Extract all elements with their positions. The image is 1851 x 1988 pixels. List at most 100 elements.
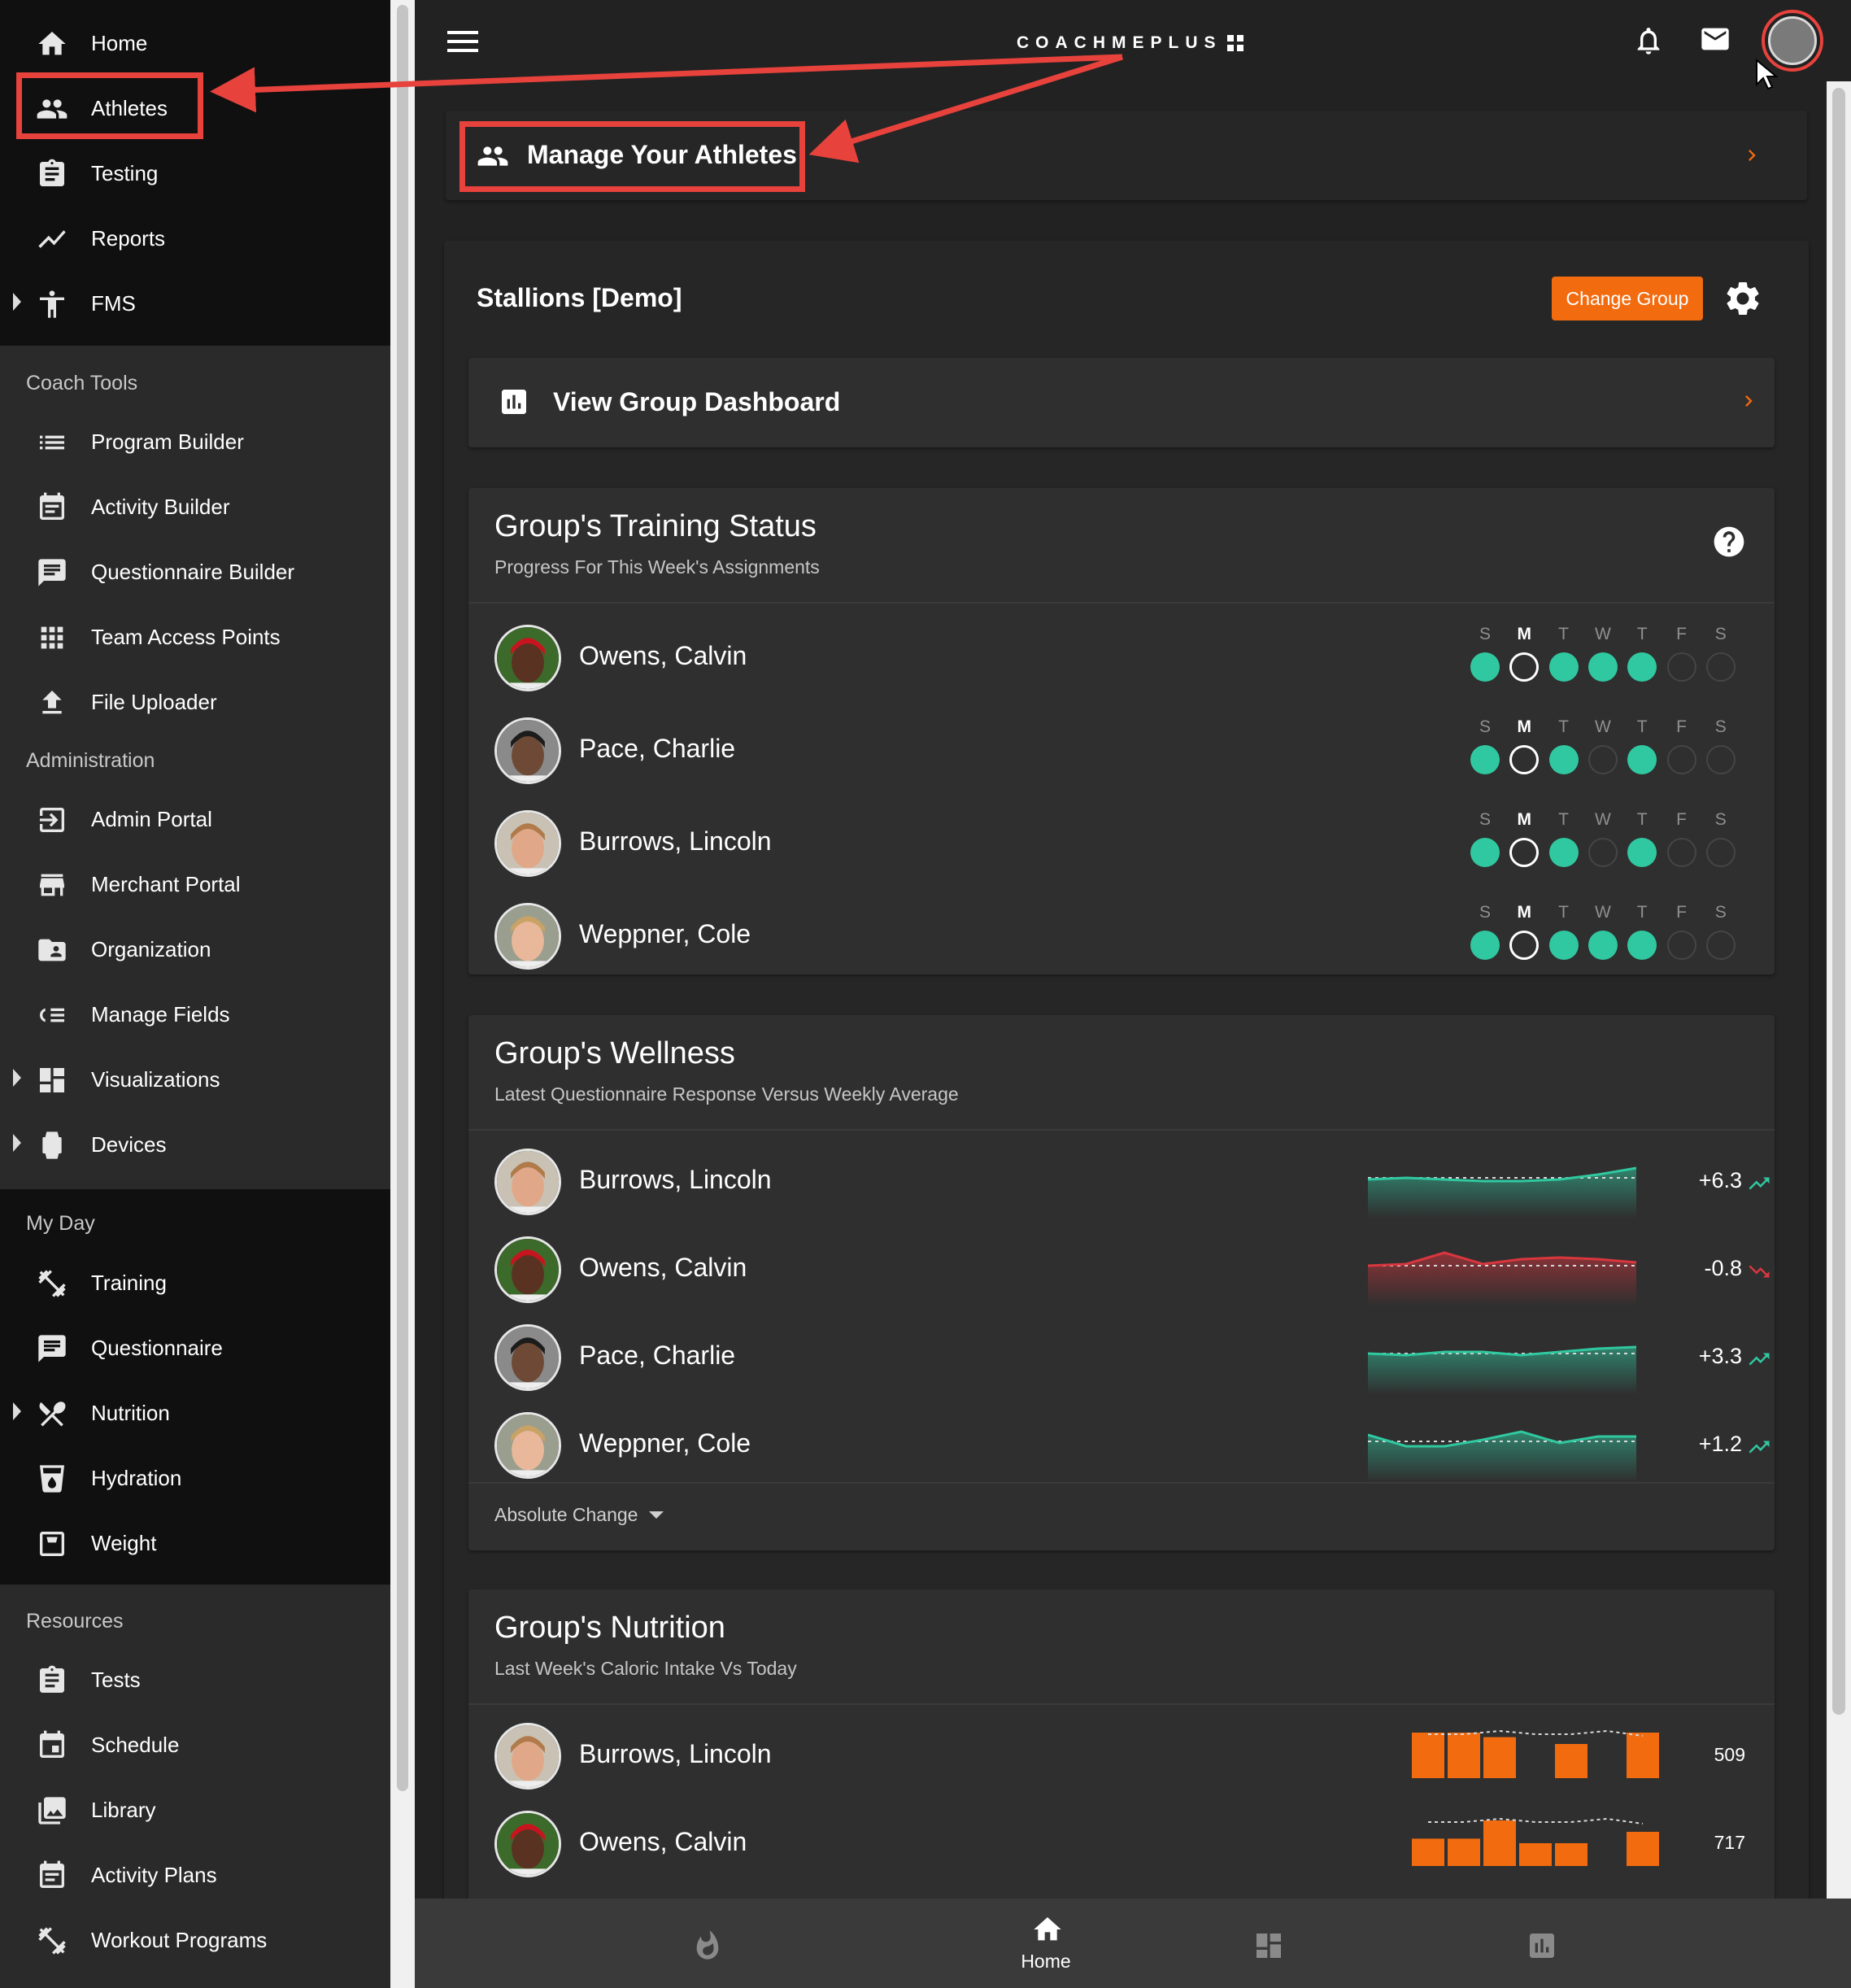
sidebar-item-testing[interactable]: Testing — [0, 145, 390, 203]
training-status-row[interactable]: Burrows, Lincoln S M T W T F S — [468, 796, 1775, 888]
wellness-row[interactable]: Pace, Charlie +3.3 — [468, 1313, 1775, 1406]
day-label: T — [1636, 625, 1648, 643]
sidebar-item-team-access-points[interactable]: Team Access Points — [0, 608, 390, 667]
sidebar-item-questionnaire-builder[interactable]: Questionnaire Builder — [0, 543, 390, 602]
sidebar-item-training[interactable]: Training — [0, 1254, 390, 1313]
athlete-photo — [497, 813, 559, 874]
sidebar-item-schedule[interactable]: Schedule — [0, 1716, 390, 1775]
sidebar-item-organization[interactable]: Organization — [0, 921, 390, 979]
sidebar-item-activity-plans[interactable]: Activity Plans — [0, 1846, 390, 1905]
dumbbell-icon — [34, 1925, 70, 1957]
wellness-row[interactable]: Burrows, Lincoln +6.3 — [468, 1137, 1775, 1230]
section-heading-coach-tools: Coach Tools — [26, 372, 138, 395]
sidebar-item-label: Team Access Points — [91, 625, 281, 649]
dashboard-icon — [34, 1064, 70, 1096]
sidebar-item-weight[interactable]: Weight — [0, 1515, 390, 1573]
page-scrollbar-thumb[interactable] — [1832, 88, 1845, 1715]
day-label: S — [1479, 625, 1491, 643]
notifications-bell-icon[interactable] — [1632, 23, 1665, 59]
sidebar-item-label: Questionnaire — [91, 1336, 223, 1360]
training-status-row[interactable]: Pace, Charlie S M T W T F S — [468, 703, 1775, 796]
sidebar-item-devices[interactable]: Devices — [0, 1116, 390, 1175]
clipboard-icon — [34, 1664, 70, 1697]
nutrition-bar — [1412, 1838, 1444, 1866]
gear-icon[interactable] — [1723, 278, 1763, 319]
avatar — [494, 717, 561, 784]
sidebar-item-label: Training — [91, 1271, 167, 1295]
logo-mark-icon — [1226, 35, 1243, 51]
nav-home-button[interactable]: Home — [965, 1907, 1127, 1980]
sidebar-item-admin-portal[interactable]: Admin Portal — [0, 791, 390, 849]
view-group-dashboard-card[interactable]: View Group Dashboard — [468, 358, 1775, 447]
calendar-note-icon — [34, 491, 70, 524]
nutrition-row[interactable]: Owens, Calvin 717 — [468, 1799, 1775, 1892]
folder-person-icon — [34, 934, 70, 966]
athlete-photo — [497, 720, 559, 782]
sidebar-item-label: Organization — [91, 937, 211, 961]
nav-reports-bar-chart-icon[interactable] — [1526, 1929, 1558, 1962]
page-scrollbar[interactable] — [1827, 81, 1851, 1899]
home-icon — [1034, 1917, 1061, 1941]
sidebar-item-tests[interactable]: Tests — [0, 1651, 390, 1710]
divider — [468, 1482, 1775, 1484]
nav-dashboard-icon[interactable] — [1252, 1929, 1285, 1962]
avatar — [494, 1723, 561, 1790]
messages-mail-icon[interactable] — [1696, 23, 1735, 55]
sidebar-scrollbar[interactable] — [390, 0, 415, 1988]
change-group-button[interactable]: Change Group — [1552, 277, 1703, 320]
avatar — [494, 810, 561, 877]
nutrition-subtitle: Last Week's Caloric Intake Vs Today — [494, 1658, 797, 1679]
change-group-label: Change Group — [1566, 287, 1689, 309]
wellness-sparkline — [1368, 1166, 1636, 1219]
sidebar-item-reports[interactable]: Reports — [0, 210, 390, 268]
sidebar-item-label: Merchant Portal — [91, 872, 241, 896]
menu-icon[interactable] — [447, 29, 480, 54]
training-status-row[interactable]: Weppner, Cole S M T W T F S — [468, 888, 1775, 981]
training-status-title: Group's Training Status — [494, 509, 817, 543]
sidebar-item-activity-builder[interactable]: Activity Builder — [0, 478, 390, 537]
athlete-name: Owens, Calvin — [579, 1253, 747, 1282]
sidebar-item-questionnaire[interactable]: Questionnaire — [0, 1319, 390, 1378]
day-label: T — [1558, 810, 1569, 829]
sidebar-scrollbar-thumb[interactable] — [397, 5, 408, 1791]
sidebar-item-library[interactable]: Library — [0, 1781, 390, 1840]
wellness-row[interactable]: Owens, Calvin -0.8 — [468, 1225, 1775, 1318]
dropdown-arrow-icon — [649, 1511, 664, 1519]
day-label: F — [1676, 810, 1687, 829]
athlete-photo — [497, 1725, 559, 1787]
sidebar-item-fms[interactable]: FMS — [0, 275, 390, 334]
day-status-empty-dot — [1588, 745, 1618, 774]
annotation-box-athletes — [16, 72, 203, 139]
bottom-nav: Home — [415, 1899, 1851, 1988]
absolute-change-dropdown[interactable]: Absolute Change — [494, 1498, 664, 1531]
help-question-icon[interactable] — [1711, 524, 1747, 560]
day-label: W — [1594, 717, 1611, 736]
day-label: S — [1714, 625, 1727, 643]
nutrition-row[interactable]: Burrows, Lincoln 509 — [468, 1711, 1775, 1804]
athlete-name: Pace, Charlie — [579, 1341, 736, 1370]
athlete-name: Owens, Calvin — [579, 1827, 747, 1856]
sidebar-item-visualizations[interactable]: Visualizations — [0, 1051, 390, 1110]
nav-home-label: Home — [1021, 1951, 1071, 1972]
day-label: M — [1517, 625, 1532, 643]
sidebar-item-manage-fields[interactable]: Manage Fields — [0, 986, 390, 1044]
avatar — [494, 1149, 561, 1215]
sidebar-item-file-uploader[interactable]: File Uploader — [0, 674, 390, 732]
sidebar-item-program-builder[interactable]: Program Builder — [0, 413, 390, 472]
sidebar-item-hydration[interactable]: Hydration — [0, 1450, 390, 1508]
sidebar-item-workout-programs[interactable]: Workout Programs — [0, 1912, 390, 1970]
sidebar-item-home[interactable]: Home — [0, 15, 390, 73]
sidebar-item-nutrition[interactable]: Nutrition — [0, 1384, 390, 1443]
nav-streak-flame-icon[interactable] — [691, 1928, 724, 1964]
training-status-row[interactable]: Owens, Calvin S M T W T F S — [468, 610, 1775, 703]
day-status-empty-dot — [1666, 838, 1696, 867]
wellness-row[interactable]: Weppner, Cole +1.2 — [468, 1401, 1775, 1493]
day-status-done-dot — [1548, 931, 1579, 960]
wellness-change-value: +1.2 — [1698, 1432, 1742, 1456]
divider — [468, 1129, 1775, 1131]
wellness-sparkline — [1368, 1430, 1636, 1482]
day-label: M — [1517, 903, 1532, 922]
athlete-photo — [497, 1327, 559, 1389]
sidebar-item-label: Testing — [91, 161, 159, 185]
sidebar-item-merchant-portal[interactable]: Merchant Portal — [0, 856, 390, 914]
